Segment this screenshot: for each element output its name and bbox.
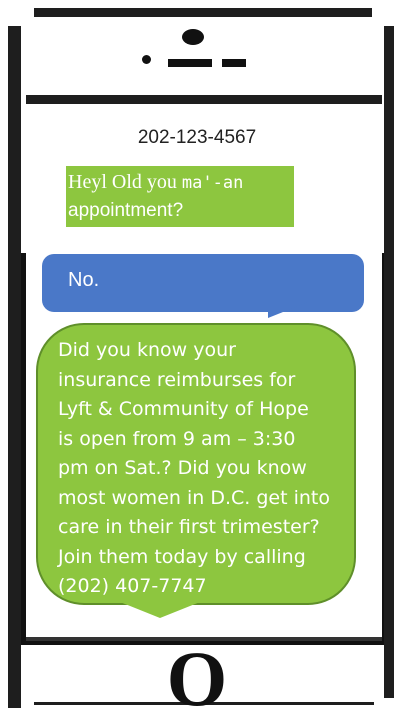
home-button[interactable]: O <box>0 640 394 718</box>
screen-top-divider <box>26 95 382 104</box>
earpiece-speaker-icon <box>168 59 212 67</box>
front-camera-icon <box>142 55 151 64</box>
outgoing-message-text: No. <box>68 269 100 291</box>
message-text-part: ma'-an <box>181 173 244 193</box>
outgoing-bubble-tail <box>268 302 308 318</box>
message-text-part: you <box>141 171 182 193</box>
message-text-part: Old <box>106 171 142 193</box>
outgoing-message-bubble: No. <box>42 254 364 312</box>
sensor-icon <box>182 29 204 45</box>
contact-phone-number: 202-123-4567 <box>137 127 257 148</box>
message-text-part: appointment? <box>68 200 184 221</box>
earpiece-speaker-segment-icon <box>222 59 246 67</box>
phone-top-edge <box>34 8 372 17</box>
message-text-part: Heyl <box>68 171 107 193</box>
incoming-bubble-tail <box>120 602 200 618</box>
incoming-message-text: Did you know your insurance reimburses f… <box>58 339 330 597</box>
incoming-message-bubble: Heyl Old you ma'-an appointment? <box>66 166 294 227</box>
